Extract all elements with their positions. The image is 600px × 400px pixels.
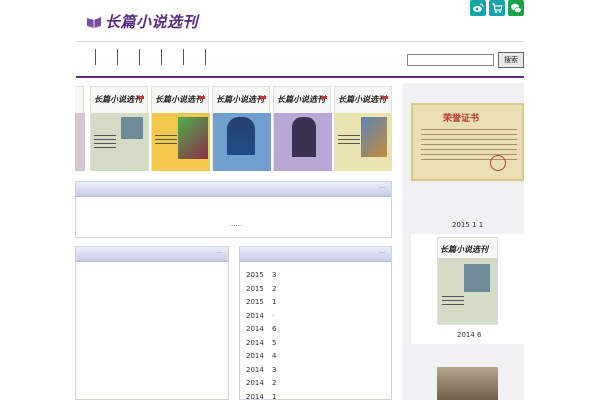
more-link[interactable]: ··· (216, 250, 222, 257)
more-link[interactable]: ··· (379, 250, 385, 257)
list-item-year: 2015 (246, 298, 264, 306)
list-item-issue: 6 (272, 325, 277, 333)
cover-title: 长篇小说选刊 (277, 94, 325, 104)
seal-icon (490, 155, 506, 171)
cover-item[interactable]: 长篇小说选刊 (334, 86, 392, 171)
cover-item[interactable]: 长篇小说选刊 (90, 86, 149, 171)
cover-title: 长篇小说选刊 (440, 244, 488, 254)
cart-icon[interactable] (489, 0, 505, 16)
cover-carousel[interactable]: 长篇小说选刊 长篇小说选刊 长篇小说选刊 长篇小说选刊 长篇小说选刊 (75, 86, 392, 171)
search-input[interactable] (407, 54, 494, 66)
notice-text: ...... (229, 220, 243, 228)
notice-box: ··· (75, 181, 392, 238)
list-item[interactable]: 2015 1 (246, 298, 276, 312)
list-item-year: 2014 (246, 311, 264, 320)
nav-item-3[interactable] (139, 49, 157, 65)
nav-item-4[interactable] (161, 49, 179, 65)
issue-list: 2015 3 2015 2 2015 1 2014 · 2014 6 2014 5 2014… (246, 271, 276, 400)
list-item-issue: 1 (272, 392, 277, 400)
page: 长篇小说选刊 搜索 长篇小说选刊 长篇小说选刊 长篇小说选刊 长篇小说选刊 长篇… (0, 0, 600, 400)
list-item-issue: · (272, 311, 275, 320)
list-item-issue: 1 (272, 298, 277, 306)
logo-text: 长篇小说选刊 (105, 13, 199, 31)
list-item-year: 2014 (246, 392, 264, 400)
nav-item-5[interactable] (183, 49, 201, 65)
list-item-year: 2014 (246, 338, 264, 347)
honor-caption: 2015 1 1 (452, 221, 484, 229)
cover-item[interactable] (75, 86, 85, 171)
list-item-year: 2015 (246, 271, 264, 279)
list-item-year: 2015 (246, 284, 264, 293)
cover-title: 长篇小说选刊 (338, 94, 386, 104)
cover-title: 长篇小说选刊 (94, 94, 142, 104)
cover-item[interactable]: 长篇小说选刊 (273, 86, 332, 171)
honor-certificate-image[interactable]: 荣誉证书 (411, 103, 524, 181)
nav-divider (76, 76, 524, 78)
honor-title: 荣誉证书 (443, 114, 480, 124)
list-item-issue: 3 (272, 365, 277, 374)
list-item[interactable]: 2014 6 (246, 325, 276, 339)
left-news-box: ··· (75, 246, 229, 400)
list-item[interactable]: 2014 2 (246, 379, 276, 393)
search-button[interactable]: 搜索 (498, 52, 524, 68)
notice-box-header: ··· (76, 182, 391, 197)
list-item-issue: 3 (272, 271, 277, 279)
list-item[interactable]: 2015 2 (246, 285, 276, 299)
list-item-issue: 4 (272, 352, 277, 360)
header-divider (76, 41, 524, 42)
list-item[interactable]: 2014 4 (246, 352, 276, 366)
list-item[interactable]: 2014 3 (246, 366, 276, 380)
list-item[interactable]: 2014 · (246, 312, 276, 326)
list-item-issue: 5 (272, 338, 277, 347)
left-box-header: ··· (76, 247, 228, 262)
book-icon (87, 16, 101, 28)
site-logo[interactable]: 长篇小说选刊 (86, 11, 198, 32)
cover-item[interactable]: 长篇小说选刊 (212, 86, 271, 171)
cover-title: 长篇小说选刊 (216, 94, 264, 104)
current-issue-cover[interactable]: 长篇小说选刊 (437, 237, 498, 325)
more-link[interactable]: ··· (379, 185, 385, 192)
list-item-issue: 2 (272, 284, 277, 293)
wechat-icon[interactable] (508, 0, 524, 16)
main-nav (76, 49, 227, 69)
list-item[interactable]: 2014 1 (246, 393, 276, 400)
nav-item-2[interactable] (117, 49, 135, 65)
nav-item-6[interactable] (205, 49, 223, 65)
issue-caption: 2014 6 (457, 331, 482, 339)
cover-item[interactable]: 长篇小说选刊 (151, 86, 210, 171)
list-item-year: 2014 (246, 325, 264, 333)
cover-title: 长篇小说选刊 (155, 94, 203, 104)
nav-item-1[interactable] (95, 49, 113, 65)
issue-list-header: ··· (240, 247, 391, 262)
list-item[interactable]: 2015 3 (246, 271, 276, 285)
portrait-photo[interactable] (437, 367, 498, 400)
list-item-year: 2014 (246, 365, 264, 374)
list-item-year: 2014 (246, 352, 264, 360)
weibo-icon[interactable] (470, 0, 486, 16)
list-item-year: 2014 (246, 379, 264, 387)
list-item[interactable]: 2014 5 (246, 339, 276, 353)
list-item-issue: 2 (272, 379, 277, 387)
